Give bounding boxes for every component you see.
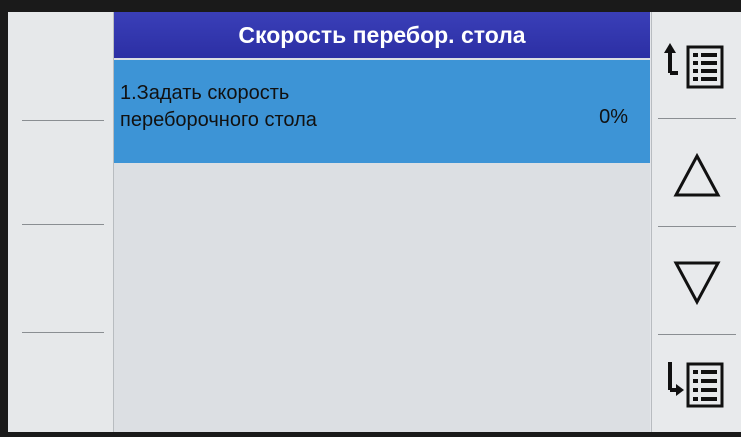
right-softkey-column [651,12,741,432]
menu-item-label-line1: 1.Задать скорость [120,82,290,104]
left-softkey-2[interactable] [8,121,113,225]
menu-item-set-table-speed[interactable]: 1.Задать скорость переборочного стола 0% [114,60,650,163]
page-title: Скорость перебор. стола [114,12,650,58]
page-down-list-icon [664,352,730,414]
left-softkey-3[interactable] [8,225,113,329]
empty-list-area [114,164,650,432]
menu-item-value: 0% [599,106,628,128]
triangle-up-icon [672,151,722,201]
triangle-down-icon [672,257,722,307]
menu-item-label: 1.Задать скорость переборочного стола [120,80,540,134]
right-divider-1 [658,118,736,119]
scroll-down-button[interactable] [652,230,741,334]
left-softkey-4[interactable] [8,333,113,437]
scroll-up-button[interactable] [652,124,741,228]
main-panel: Скорость перебор. стола 1.Задать скорост… [114,12,650,432]
page-up-list-icon [664,33,730,95]
page-up-button[interactable] [652,12,741,116]
left-softkey-1[interactable] [8,12,113,116]
left-softkey-column [8,12,114,432]
menu-item-label-line2: переборочного стола [120,109,317,131]
hmi-screen: Скорость перебор. стола 1.Задать скорост… [8,12,741,432]
page-down-button[interactable] [652,334,741,432]
right-divider-2 [658,226,736,227]
